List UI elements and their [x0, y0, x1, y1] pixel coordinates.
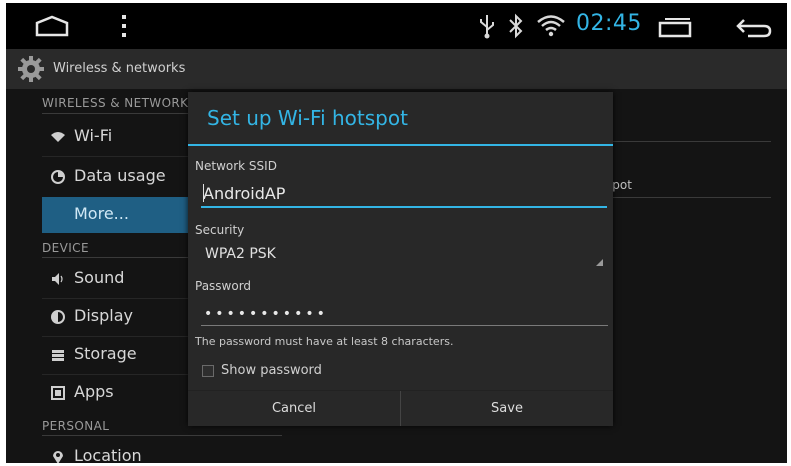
- password-input[interactable]: [201, 303, 608, 326]
- wifi-hotspot-dialog: Set up Wi-Fi hotspot Network SSID Securi…: [188, 92, 613, 426]
- detail-divider: [601, 197, 771, 198]
- dropdown-arrow-icon: [596, 259, 603, 266]
- list-item-label: Wi-Fi: [74, 126, 113, 145]
- list-item-label: More...: [74, 204, 129, 223]
- list-item-label: Apps: [74, 382, 114, 401]
- network-ssid-input[interactable]: [201, 180, 607, 208]
- dialog-title-divider: [188, 144, 613, 146]
- show-password-label: Show password: [221, 363, 322, 378]
- section-header-wireless: WIRELESS & NETWORKS: [42, 96, 197, 110]
- security-label: Security: [195, 223, 245, 237]
- sound-icon: [50, 271, 66, 287]
- bluetooth-icon: [507, 13, 525, 43]
- screen-frame: 02:45 Wireless & networks WIRELESS & NET…: [6, 3, 787, 463]
- list-item-label: Location: [74, 446, 142, 463]
- wifi-icon: [50, 129, 66, 145]
- location-icon: [50, 449, 66, 463]
- cancel-button[interactable]: Cancel: [188, 391, 400, 426]
- security-value: WPA2 PSK: [205, 246, 276, 262]
- settings-gear-icon[interactable]: [16, 55, 46, 87]
- dialog-title: Set up Wi-Fi hotspot: [207, 106, 408, 130]
- network-ssid-label: Network SSID: [195, 159, 277, 173]
- show-password-checkbox[interactable]: [202, 365, 214, 377]
- section-header-device: DEVICE: [42, 241, 89, 255]
- list-item-location[interactable]: Location: [42, 439, 286, 463]
- list-item-label: Display: [74, 306, 133, 325]
- display-icon: [50, 309, 66, 325]
- status-clock: 02:45: [576, 11, 642, 36]
- show-password-row[interactable]: Show password: [202, 362, 362, 380]
- section-header-personal: PERSONAL: [42, 419, 110, 433]
- storage-icon: [50, 347, 66, 363]
- wifi-signal-icon: [536, 15, 566, 41]
- overflow-menu-icon[interactable]: [120, 13, 128, 43]
- detail-divider: [601, 141, 771, 142]
- back-icon[interactable]: [734, 16, 774, 42]
- usb-icon: [478, 13, 496, 43]
- recent-apps-icon[interactable]: [657, 16, 693, 42]
- list-item-label: Sound: [74, 268, 125, 287]
- apps-icon: [50, 385, 66, 401]
- password-label: Password: [195, 279, 252, 293]
- data-usage-icon: [50, 169, 66, 185]
- list-item-label: Storage: [74, 344, 137, 363]
- action-bar: Wireless & networks: [6, 49, 787, 89]
- password-hint: The password must have at least 8 charac…: [195, 335, 454, 348]
- home-icon[interactable]: [34, 15, 70, 41]
- text-cursor: [203, 184, 204, 202]
- security-spinner[interactable]: WPA2 PSK: [195, 242, 605, 270]
- action-bar-title: Wireless & networks: [53, 61, 186, 76]
- save-button[interactable]: Save: [401, 391, 613, 426]
- list-item-label: Data usage: [74, 166, 166, 185]
- system-status-bar: 02:45: [6, 3, 787, 49]
- section-divider: [42, 435, 282, 436]
